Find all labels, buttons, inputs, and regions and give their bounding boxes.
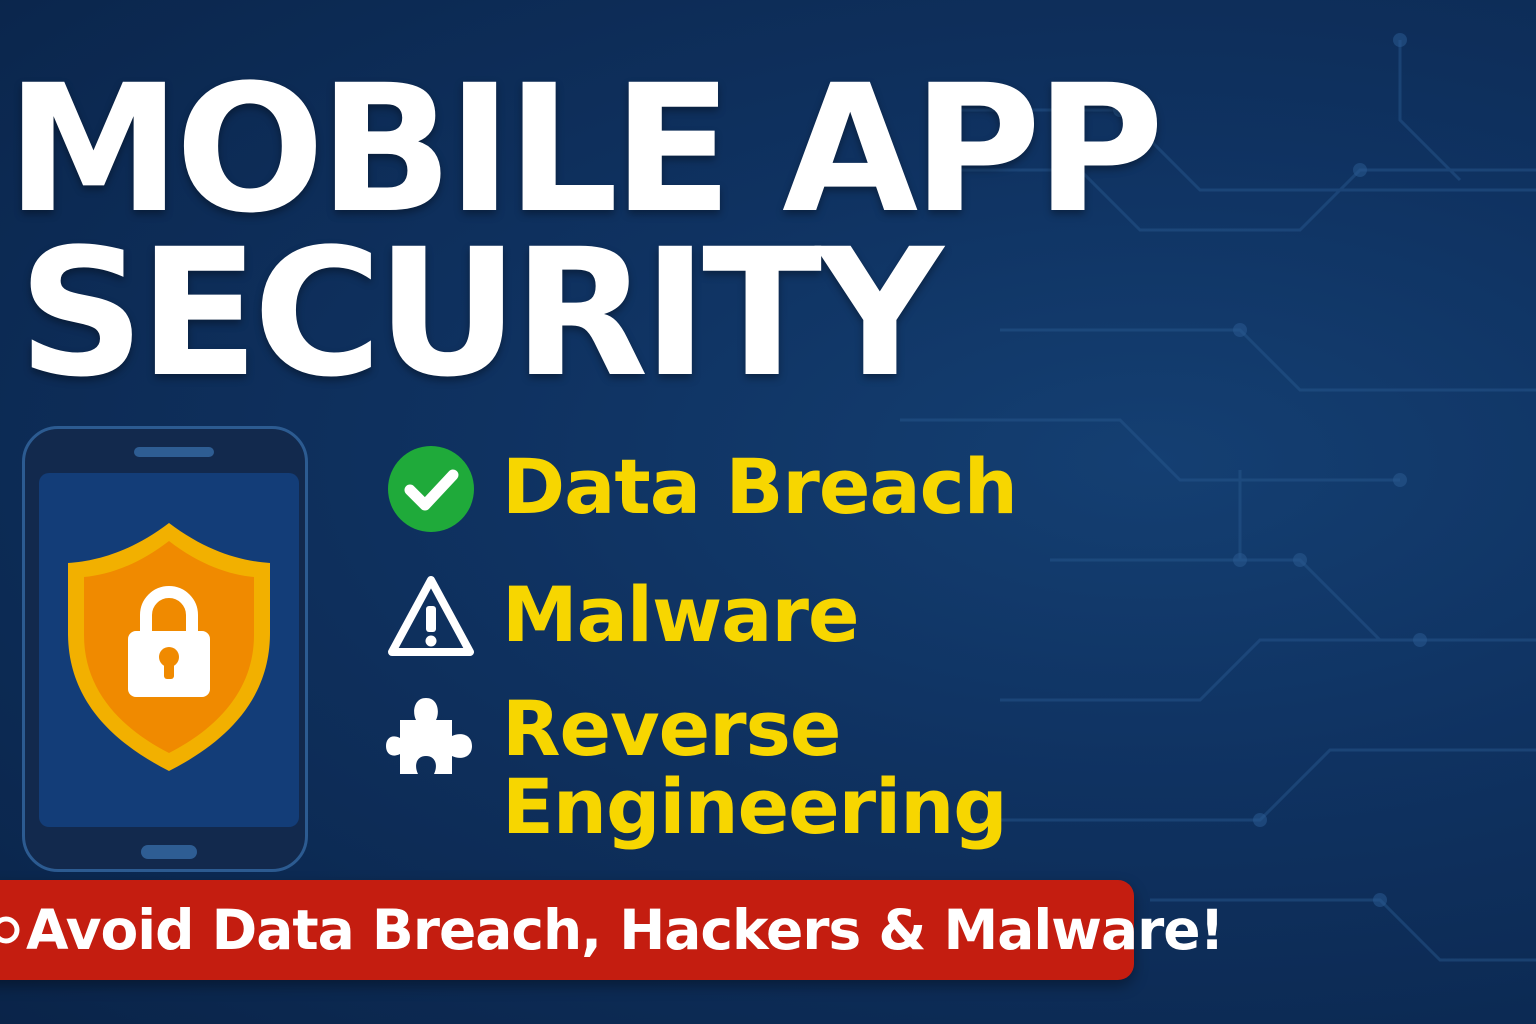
feature-item-data-breach: Data Breach: [386, 442, 1018, 534]
puzzle-piece-icon: [386, 698, 472, 774]
phone-speaker: [134, 447, 214, 457]
feature-label: Data Breach: [502, 442, 1018, 531]
check-circle-icon: [388, 446, 474, 532]
banner-text: Avoid Data Breach, Hackers & Malware!: [26, 898, 1225, 962]
feature-item-malware: Malware: [386, 572, 859, 662]
page-title-line-2: SECURITY: [18, 211, 944, 416]
bullet-icon: [0, 916, 20, 944]
warning-triangle-icon: [388, 576, 474, 656]
feature-label: Malware: [502, 570, 859, 659]
feature-label-line: Engineering: [502, 762, 1008, 851]
phone-home-bar: [141, 845, 197, 859]
shield-lock-icon: [68, 523, 270, 771]
feature-label-line: Reverse: [502, 684, 841, 773]
feature-label-multiline: Reverse Engineering: [502, 684, 1008, 851]
warning-banner: Avoid Data Breach, Hackers & Malware!: [0, 880, 1225, 980]
feature-item-reverse-engineering: Reverse Engineering: [386, 684, 1008, 851]
